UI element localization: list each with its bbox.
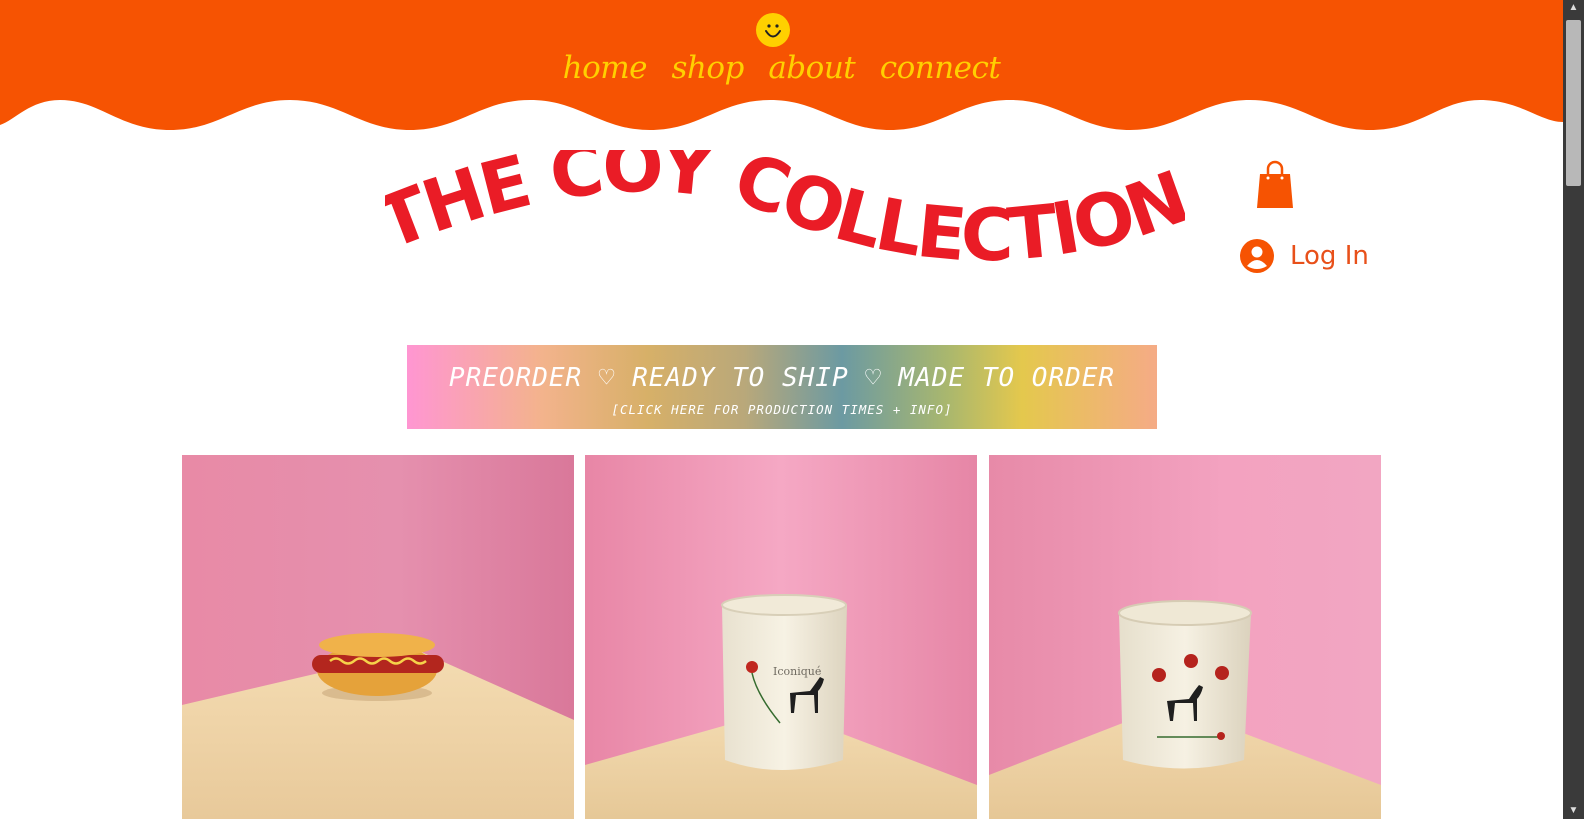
cup-text: Iconiqué [773,665,821,678]
page: home shop about connect THE COY COLLECTI… [0,0,1563,819]
product-image-horse-cup-iconique: Iconiqué [585,455,977,819]
scroll-down-arrow-icon[interactable]: ▼ [1563,803,1584,819]
product-card-hot-dog[interactable] [182,455,574,819]
site-header: home shop about connect [0,0,1563,135]
nav-connect[interactable]: connect [880,48,1001,88]
smiley-icon[interactable] [755,12,791,48]
product-image-hot-dog [182,455,574,819]
brand-logo[interactable]: THE COY COLLECTION [366,123,1199,290]
nav-shop[interactable]: shop [671,48,744,88]
product-card-horse-cup-roses[interactable] [989,455,1381,819]
nav-home[interactable]: home [563,48,648,88]
scroll-up-arrow-icon[interactable]: ▲ [1563,0,1584,16]
scrollbar-thumb[interactable] [1566,20,1581,186]
brand-title: THE COY COLLECTION [385,150,1185,277]
product-card-horse-cup-iconique[interactable]: Iconiqué [585,455,977,819]
nav-about[interactable]: about [768,48,855,88]
banner-main-text: PREORDER ♡ READY TO SHIP ♡ MADE TO ORDER [448,363,1116,393]
shopping-bag-icon[interactable] [1255,160,1295,210]
product-image-horse-cup-roses [989,455,1381,819]
main-nav: home shop about connect [0,48,1563,88]
page-scrollbar[interactable]: ▲ ▼ [1563,0,1584,819]
brand-title-svg: THE COY COLLECTION [366,123,1199,277]
production-info-banner[interactable]: PREORDER ♡ READY TO SHIP ♡ MADE TO ORDER… [407,345,1157,429]
user-avatar-icon [1240,239,1274,273]
login-button[interactable]: Log In [1240,236,1369,276]
login-label: Log In [1290,241,1369,271]
banner-sub-text: [CLICK HERE FOR PRODUCTION TIMES + INFO] [611,402,953,417]
